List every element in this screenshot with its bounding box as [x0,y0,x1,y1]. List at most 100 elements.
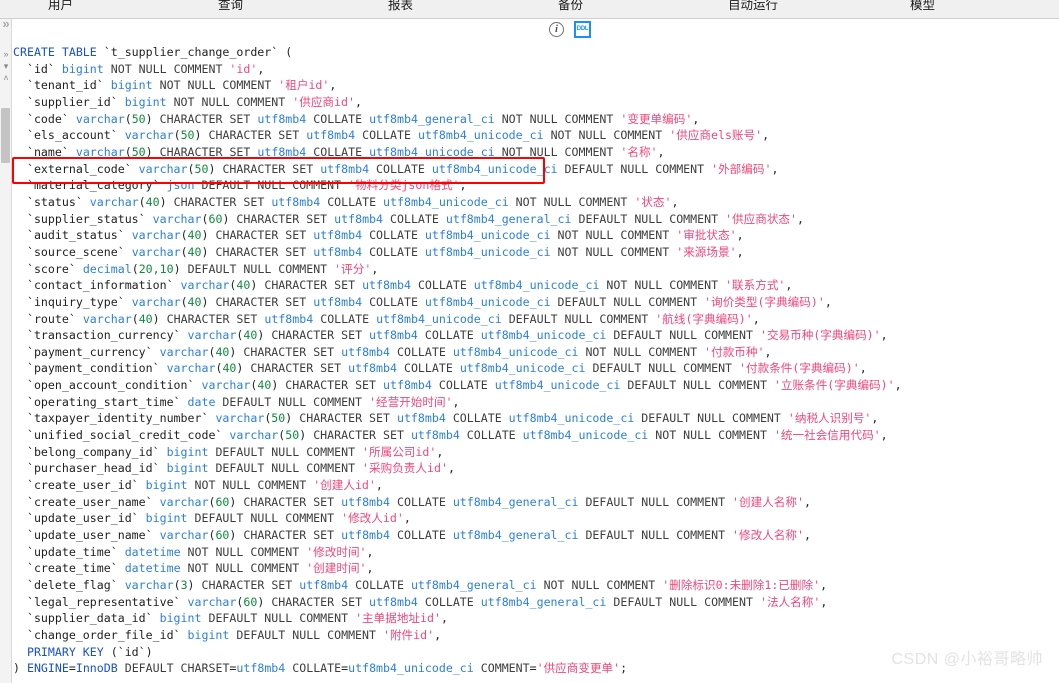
code-token: , [803,494,811,509]
menu-item-5[interactable]: 模型 [910,0,935,14]
code-token: COLLATE [390,211,446,226]
code-token: '来源场景' [676,244,737,259]
code-token: , [752,311,760,326]
code-token: , [859,361,867,376]
menu-item-0[interactable]: 用户 [48,0,73,14]
code-token: bigint [110,78,153,93]
code-token: utf8mb4 [348,361,397,376]
code-line: `name` varchar(50) CHARACTER SET utf8mb4… [13,144,1059,161]
code-token: COLLATE [327,194,384,209]
code-line: `supplier_status` varchar(60) CHARACTER … [13,211,1059,228]
code-token: utf8mb4_unicode_ci [424,294,551,309]
code-token: 40 [243,328,258,343]
code-line: `supplier_id` bigint NOT NULL COMMENT '供… [13,94,1059,111]
code-token: COLLATE [396,528,453,543]
code-token: decimal [82,261,132,276]
code-token: 40 [145,194,160,209]
gutter-scroll-thumb[interactable] [1,108,10,163]
code-token: utf8mb4 [299,578,349,592]
code-token: , [692,111,700,126]
code-token: COLLATE [320,311,377,326]
code-token: CHARACTER SET [222,161,321,176]
code-token: , [771,161,779,176]
code-token: `audit_status` [26,228,125,243]
code-token: varchar [159,528,209,543]
code-token: COLLATE [369,228,425,243]
code-token: utf8mb4 [313,294,363,309]
code-token: CHARACTER SET [285,378,384,393]
code-token: utf8mb4 [306,128,356,143]
ddl-button[interactable]: DDL [574,21,591,38]
code-line: `source_scene` varchar(40) CHARACTER SET… [13,244,1059,261]
code-token: `score` [26,261,76,276]
menu-item-2[interactable]: 报表 [388,0,413,14]
code-token: `change_order_file_id` [26,627,181,642]
code-token: NOT NULL COMMENT [550,128,670,143]
code-token: '供应商变更单' [536,661,621,676]
code-token: `inquiry_type` [26,294,125,309]
menu-item-3[interactable]: 备份 [558,0,583,14]
code-token: , [447,461,455,476]
code-token: utf8mb4_unicode_ci [522,428,649,443]
code-line: `material_category` json DEFAULT NULL CO… [13,177,1059,194]
code-token: utf8mb4 [257,111,307,126]
code-token: ) [229,494,244,509]
code-token: = [68,661,76,676]
code-token: '纳税人识别号' [787,411,872,426]
gutter-chevron-icon-1[interactable]: » [0,49,12,59]
gutter-chevron-icon-3[interactable]: ˄ [0,73,12,83]
code-token: varchar [229,428,279,443]
code-token: DEFAULT NULL COMMENT [585,528,733,543]
code-token: '变更单编码' [620,111,693,126]
code-token: DEFAULT NULL COMMENT [215,444,363,459]
code-token: utf8mb4 [271,194,321,209]
code-token: CHARACTER SET [243,344,342,359]
code-token: , [366,544,374,559]
sql-code-block[interactable]: CREATE TABLE `t_supplier_change_order` (… [13,41,1059,677]
code-token: `external_code` [26,161,132,176]
code-token: , [736,228,744,243]
code-token: DEFAULT NULL COMMENT [613,328,760,343]
code-token: ) [187,578,202,592]
code-line: `update_user_name` varchar(60) CHARACTER… [13,527,1059,544]
code-token: utf8mb4_unicode_ci [494,378,621,393]
code-token: ( [131,311,139,326]
code-token: NOT NULL COMMENT [585,344,705,359]
info-icon[interactable]: i [549,22,564,37]
code-token: varchar [124,578,174,592]
menu-item-4[interactable]: 自动运行 [728,0,778,14]
code-token: '经营开始时间' [369,394,453,409]
code-token: varchar [201,378,251,393]
code-token: , [764,344,772,359]
menu-bar: 用户 查询 报表 备份 自动运行 模型 [0,0,1059,19]
gutter-chevron-icon-2[interactable]: ▾ [0,61,12,71]
code-token: ) [271,378,286,393]
code-token: , [880,328,888,343]
code-token: ) [236,361,251,376]
sql-editor-pane[interactable]: CREATE TABLE `t_supplier_change_order` (… [13,41,1059,683]
code-token: `name` [26,144,69,159]
code-token: ) [194,128,209,143]
gutter-chevron-icon-0[interactable]: » [0,17,12,30]
code-token: '审批状态' [676,228,737,243]
code-token: ENGINE [26,661,69,676]
menu-item-1[interactable]: 查询 [218,0,243,14]
code-token: bigint [124,94,167,109]
code-token: , [671,194,679,209]
